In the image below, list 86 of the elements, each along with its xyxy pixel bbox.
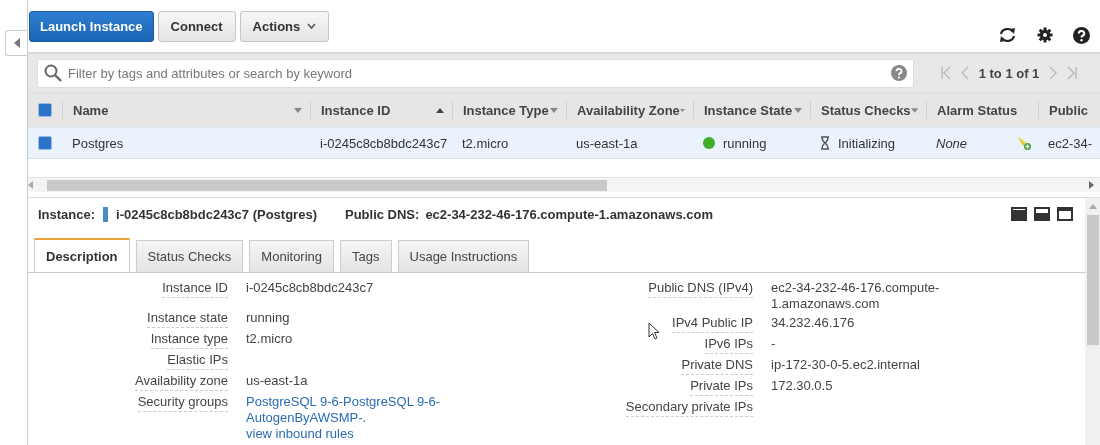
help-icon[interactable] (1073, 26, 1090, 44)
caret-icon (294, 107, 302, 113)
field-label: Availability zone (135, 373, 228, 391)
field-label: Instance type (150, 331, 228, 349)
public-dns-value: ec2-34-232-46-176.compute-1.amazonaws.com (425, 206, 713, 222)
column-header[interactable]: Name (73, 102, 109, 118)
bell-plus-icon[interactable] (1016, 135, 1032, 151)
column-header[interactable]: Availability Zone (577, 102, 680, 118)
table-cell: us-east-1a (576, 135, 638, 151)
table-row[interactable]: Postgres i-0245c8cb8bdc243c7 t2.micro us-east-1a running Initializing None ec2-34- (28, 127, 1100, 159)
field-value: 172.30.0.5 (771, 378, 833, 393)
field-value: ec2-34-232-46-176.compute-1.amazonaws.com (771, 280, 940, 311)
vertical-scrollbar-thumb[interactable] (1086, 215, 1099, 345)
filter-search-field[interactable]: Filter by tags and attributes or search by keyword (37, 58, 914, 88)
panel-bottom-icon[interactable] (1011, 207, 1027, 221)
caret-left-icon (13, 38, 20, 48)
field-label: Elastic IPs (167, 352, 228, 370)
table-cell: Initializing (838, 135, 896, 151)
instance-label: Instance: (38, 206, 96, 222)
settings-icon[interactable] (1037, 27, 1053, 43)
field-label: Private IPs (690, 378, 753, 396)
last-page-icon[interactable] (1067, 66, 1078, 80)
field-value: us-east-1a (246, 373, 308, 388)
hourglass-icon (820, 136, 830, 150)
caret-icon (794, 107, 802, 113)
table-cell: Postgres (72, 135, 124, 151)
refresh-icon[interactable] (998, 27, 1017, 43)
search-icon (44, 64, 62, 82)
instance-color-bar (103, 206, 109, 222)
tab[interactable]: Status Checks (135, 240, 244, 272)
search-input[interactable]: Filter by tags and attributes or search by keyword (68, 65, 885, 81)
column-header[interactable]: Public (1049, 102, 1088, 118)
checkbox[interactable] (38, 103, 52, 117)
mouse-cursor-icon (648, 322, 660, 340)
column-header[interactable]: Status Checks (821, 102, 911, 118)
previous-page-icon[interactable] (960, 66, 969, 80)
scroll-left-icon[interactable] (28, 181, 33, 189)
field-value: ip-172-30-0-5.ec2.internal (771, 357, 920, 372)
field-label: IPv6 IPs (704, 336, 753, 354)
sort-ascending-icon (436, 107, 444, 113)
field-label: Public DNS (IPv4) (648, 280, 753, 298)
column-header[interactable]: Instance ID (321, 102, 391, 118)
caret-icon (910, 107, 918, 113)
view-inbound-rules-link[interactable]: view inbound rules (246, 426, 354, 441)
actions-dropdown-button[interactable]: Actions (239, 10, 330, 42)
field-label: Instance state (147, 310, 228, 328)
toolbar-button[interactable]: Connect (157, 10, 236, 42)
caret-icon (550, 107, 558, 113)
security-group-link[interactable]: PostgreSQL 9-6-PostgreSQL 9-6-AutogenByAWSMP-. (246, 394, 546, 426)
table-cell: None (936, 135, 968, 151)
launch-instance-button[interactable]: Launch Instance (29, 10, 154, 42)
field-value: i-0245c8cb8bdc243c7 (246, 280, 374, 295)
pagination-label: 1 to 1 of 1 (978, 65, 1040, 81)
field-label: Private DNS (681, 357, 753, 375)
column-header[interactable]: Instance Type (463, 102, 549, 118)
instance-title: i-0245c8cb8bdc243c7 (Postgres) (116, 206, 317, 222)
field-label: Security groups (137, 394, 228, 412)
public-dns-label: Public DNS: (344, 206, 420, 222)
collapse-panel-button[interactable] (5, 30, 27, 56)
field-value: - (771, 336, 776, 351)
scroll-up-icon[interactable] (1088, 204, 1097, 209)
tab[interactable]: Usage Instructions (397, 240, 530, 272)
field-value: 34.232.46.176 (771, 315, 855, 330)
field-value: t2.micro (246, 331, 293, 346)
table-cell: running (723, 135, 767, 151)
field-label: IPv4 Public IP (672, 315, 753, 333)
chevron-down-icon (307, 23, 317, 29)
panel-top-icon[interactable] (1057, 207, 1073, 221)
first-page-icon[interactable] (940, 66, 951, 80)
checkbox[interactable] (38, 136, 52, 150)
tab[interactable]: Tags (340, 240, 392, 272)
table-cell: i-0245c8cb8bdc243c7 (320, 135, 448, 151)
table-cell: t2.micro (462, 135, 509, 151)
next-page-icon[interactable] (1049, 66, 1058, 80)
field-value: running (246, 310, 290, 325)
horizontal-scrollbar-thumb[interactable] (47, 179, 607, 191)
field-label: Secondary private IPs (625, 399, 753, 417)
caret-icon (679, 107, 685, 113)
table-cell: ec2-34- (1048, 135, 1093, 151)
scroll-right-icon[interactable] (1089, 181, 1094, 189)
column-header[interactable]: Alarm Status (937, 102, 1018, 118)
field-label: Instance ID (162, 280, 228, 298)
tab[interactable]: Monitoring (249, 240, 335, 272)
panel-split-icon[interactable] (1034, 207, 1050, 221)
tab[interactable]: Description (34, 238, 130, 272)
column-header[interactable]: Instance State (704, 102, 793, 118)
